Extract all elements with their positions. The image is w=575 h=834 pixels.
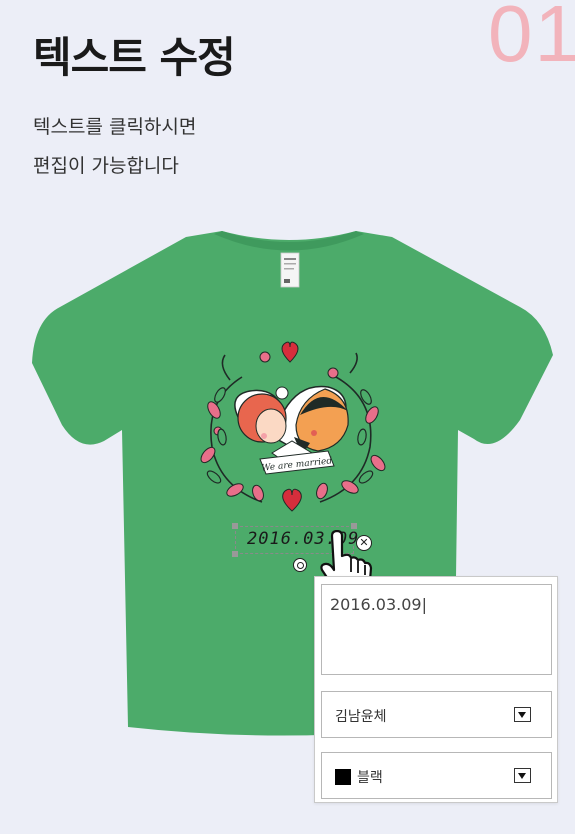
dropdown-arrow-icon[interactable] bbox=[514, 768, 531, 783]
resize-handle-bottom-left[interactable] bbox=[232, 551, 238, 557]
resize-handle-top-left[interactable] bbox=[232, 523, 238, 529]
color-swatch bbox=[335, 769, 351, 785]
color-select-label: 블랙 bbox=[357, 770, 383, 786]
page-title: 텍스트 수정 bbox=[33, 33, 236, 82]
description-line-1: 텍스트를 클릭하시면 bbox=[33, 116, 197, 138]
step-number: 01 bbox=[488, 0, 575, 78]
rotate-icon[interactable] bbox=[293, 558, 307, 572]
font-select-label: 김남윤체 bbox=[335, 709, 387, 725]
text-input[interactable]: 2016.03.09| bbox=[321, 584, 552, 675]
font-select[interactable]: 김남윤체 bbox=[321, 691, 552, 738]
dropdown-arrow-icon[interactable] bbox=[514, 707, 531, 722]
description-line-2: 편집이 가능합니다 bbox=[33, 155, 179, 177]
color-select[interactable]: 블랙 bbox=[321, 752, 552, 799]
text-editor-panel: 2016.03.09| 김남윤체 블랙 bbox=[314, 576, 558, 803]
